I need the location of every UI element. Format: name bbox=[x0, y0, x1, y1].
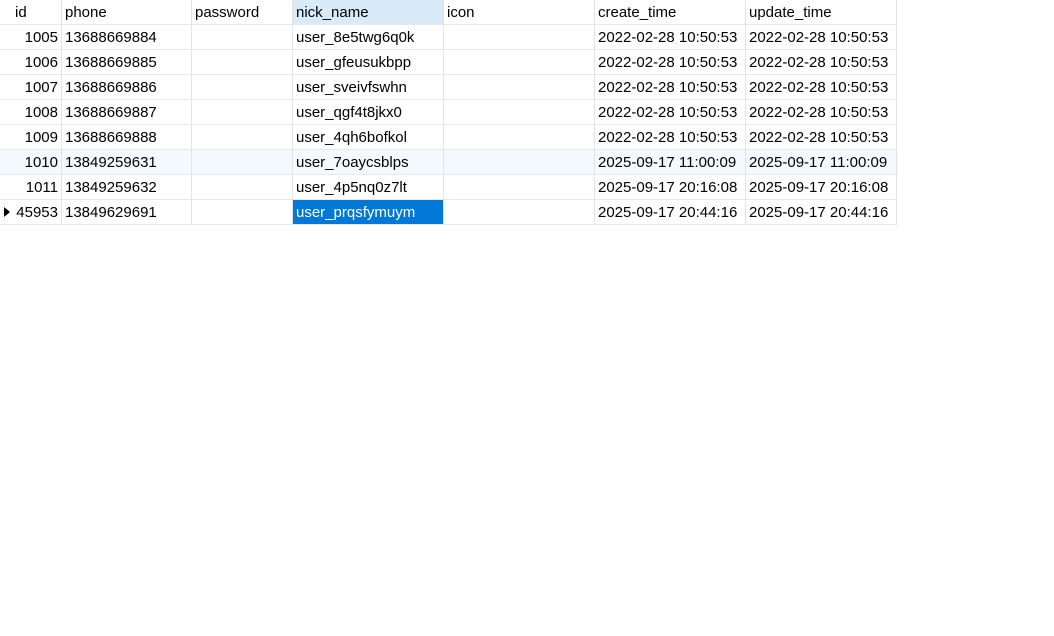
cell-password[interactable] bbox=[192, 75, 293, 100]
data-grid: id phone password nick_name icon create_… bbox=[0, 0, 898, 225]
cell-id[interactable]: 1007 bbox=[0, 75, 62, 100]
cell-phone[interactable]: 13688669885 bbox=[62, 50, 192, 75]
cell-icon[interactable] bbox=[444, 150, 595, 175]
cell-password[interactable] bbox=[192, 25, 293, 50]
cell-nick-name[interactable]: user_sveivfswhn bbox=[293, 75, 444, 100]
table-row[interactable]: 1010 13849259631 user_7oaycsblps 2025-09… bbox=[0, 150, 898, 175]
cell-create-time[interactable]: 2025-09-17 20:44:16 bbox=[595, 200, 746, 225]
column-header-phone[interactable]: phone bbox=[62, 0, 192, 25]
cell-create-time[interactable]: 2022-02-28 10:50:53 bbox=[595, 125, 746, 150]
cell-update-time[interactable]: 2022-02-28 10:50:53 bbox=[746, 125, 897, 150]
cell-password[interactable] bbox=[192, 125, 293, 150]
cell-id[interactable]: 1005 bbox=[0, 25, 62, 50]
cell-update-time[interactable]: 2025-09-17 20:44:16 bbox=[746, 200, 897, 225]
header-row: id phone password nick_name icon create_… bbox=[0, 0, 898, 25]
cell-icon[interactable] bbox=[444, 50, 595, 75]
column-header-nick-name[interactable]: nick_name bbox=[293, 0, 444, 25]
table-row[interactable]: 1005 13688669884 user_8e5twg6q0k 2022-02… bbox=[0, 25, 898, 50]
cell-nick-name[interactable]: user_4qh6bofkol bbox=[293, 125, 444, 150]
cell-nick-name[interactable]: user_8e5twg6q0k bbox=[293, 25, 444, 50]
cell-phone[interactable]: 13688669886 bbox=[62, 75, 192, 100]
cell-icon[interactable] bbox=[444, 175, 595, 200]
column-header-password[interactable]: password bbox=[192, 0, 293, 25]
cell-id-value: 45953 bbox=[16, 204, 58, 221]
cell-update-time[interactable]: 2025-09-17 11:00:09 bbox=[746, 150, 897, 175]
cell-id[interactable]: 45953 bbox=[0, 200, 62, 225]
cell-nick-name[interactable]: user_7oaycsblps bbox=[293, 150, 444, 175]
column-header-update-time[interactable]: update_time bbox=[746, 0, 897, 25]
column-header-create-time[interactable]: create_time bbox=[595, 0, 746, 25]
table-row[interactable]: 1006 13688669885 user_gfeusukbpp 2022-02… bbox=[0, 50, 898, 75]
cell-update-time[interactable]: 2022-02-28 10:50:53 bbox=[746, 50, 897, 75]
cell-phone[interactable]: 13688669884 bbox=[62, 25, 192, 50]
cell-id[interactable]: 1006 bbox=[0, 50, 62, 75]
cell-phone[interactable]: 13688669887 bbox=[62, 100, 192, 125]
cell-id[interactable]: 1011 bbox=[0, 175, 62, 200]
column-header-id[interactable]: id bbox=[0, 0, 62, 25]
table-row-current[interactable]: 45953 13849629691 user_prqsfymuym 2025-0… bbox=[0, 200, 898, 225]
cell-id[interactable]: 1009 bbox=[0, 125, 62, 150]
cell-nick-name-selected[interactable]: user_prqsfymuym bbox=[293, 200, 444, 225]
cell-icon[interactable] bbox=[444, 75, 595, 100]
cell-create-time[interactable]: 2025-09-17 11:00:09 bbox=[595, 150, 746, 175]
cell-id[interactable]: 1008 bbox=[0, 100, 62, 125]
cell-nick-name[interactable]: user_qgf4t8jkx0 bbox=[293, 100, 444, 125]
cell-icon[interactable] bbox=[444, 100, 595, 125]
cell-password[interactable] bbox=[192, 100, 293, 125]
cell-update-time[interactable]: 2022-02-28 10:50:53 bbox=[746, 75, 897, 100]
cell-icon[interactable] bbox=[444, 125, 595, 150]
cell-create-time[interactable]: 2025-09-17 20:16:08 bbox=[595, 175, 746, 200]
table-row[interactable]: 1009 13688669888 user_4qh6bofkol 2022-02… bbox=[0, 125, 898, 150]
column-header-icon[interactable]: icon bbox=[444, 0, 595, 25]
cell-create-time[interactable]: 2022-02-28 10:50:53 bbox=[595, 50, 746, 75]
cell-update-time[interactable]: 2022-02-28 10:50:53 bbox=[746, 100, 897, 125]
cell-id[interactable]: 1010 bbox=[0, 150, 62, 175]
cell-nick-name[interactable]: user_gfeusukbpp bbox=[293, 50, 444, 75]
cell-phone[interactable]: 13849259632 bbox=[62, 175, 192, 200]
cell-update-time[interactable]: 2022-02-28 10:50:53 bbox=[746, 25, 897, 50]
cell-phone[interactable]: 13688669888 bbox=[62, 125, 192, 150]
cell-nick-name[interactable]: user_4p5nq0z7lt bbox=[293, 175, 444, 200]
table-row[interactable]: 1011 13849259632 user_4p5nq0z7lt 2025-09… bbox=[0, 175, 898, 200]
cell-update-time[interactable]: 2025-09-17 20:16:08 bbox=[746, 175, 897, 200]
cell-create-time[interactable]: 2022-02-28 10:50:53 bbox=[595, 25, 746, 50]
table-row[interactable]: 1008 13688669887 user_qgf4t8jkx0 2022-02… bbox=[0, 100, 898, 125]
cell-create-time[interactable]: 2022-02-28 10:50:53 bbox=[595, 100, 746, 125]
cell-password[interactable] bbox=[192, 175, 293, 200]
cell-password[interactable] bbox=[192, 200, 293, 225]
current-row-marker-icon bbox=[4, 207, 10, 217]
cell-phone[interactable]: 13849629691 bbox=[62, 200, 192, 225]
cell-password[interactable] bbox=[192, 50, 293, 75]
cell-create-time[interactable]: 2022-02-28 10:50:53 bbox=[595, 75, 746, 100]
cell-phone[interactable]: 13849259631 bbox=[62, 150, 192, 175]
cell-icon[interactable] bbox=[444, 25, 595, 50]
cell-password[interactable] bbox=[192, 150, 293, 175]
cell-icon[interactable] bbox=[444, 200, 595, 225]
table-row[interactable]: 1007 13688669886 user_sveivfswhn 2022-02… bbox=[0, 75, 898, 100]
